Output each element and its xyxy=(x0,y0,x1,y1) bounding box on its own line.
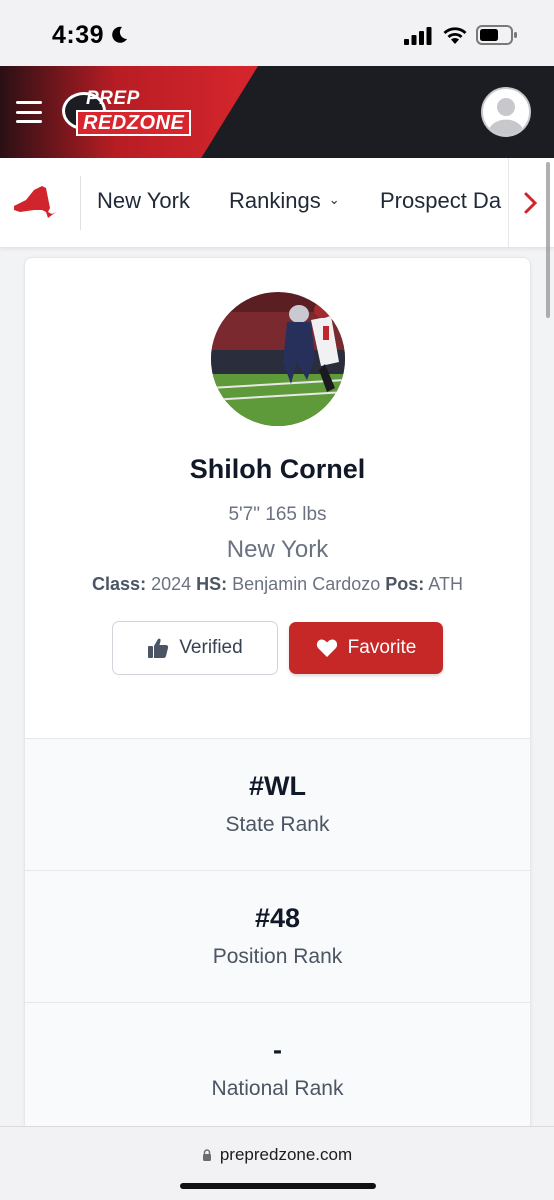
cellular-signal-icon xyxy=(404,27,432,45)
heart-icon xyxy=(316,639,337,657)
url-text: prepredzone.com xyxy=(219,1145,353,1164)
logo-text-redzone: REDZONE xyxy=(76,110,192,136)
national-rank-value: - xyxy=(273,1035,282,1065)
nav-divider xyxy=(80,176,81,230)
national-rank-label: National Rank xyxy=(211,1077,344,1100)
state-rank-box: #WL State Rank xyxy=(25,738,530,870)
thumbs-up-icon xyxy=(148,638,169,658)
player-profile-card: Shiloh Cornel 5'7" 165 lbs New York Clas… xyxy=(24,257,531,1157)
player-name: Shiloh Cornel xyxy=(189,454,366,484)
player-state: New York xyxy=(226,536,329,563)
verified-button-label: Verified xyxy=(179,637,243,658)
player-measurements: 5'7" 165 lbs xyxy=(228,504,327,525)
class-label: Class: xyxy=(92,574,147,594)
favorite-button[interactable]: Favorite xyxy=(289,622,443,674)
battery-icon xyxy=(476,25,517,45)
new-york-state-icon[interactable] xyxy=(12,182,56,222)
national-rank-box: - National Rank xyxy=(25,1002,530,1134)
position-rank-value: #48 xyxy=(254,903,301,933)
nav-rankings[interactable]: Rankings ⌄ xyxy=(229,188,340,214)
nav-new-york[interactable]: New York xyxy=(97,188,190,214)
state-rank-label: State Rank xyxy=(225,813,330,836)
moon-icon xyxy=(112,26,127,43)
state-nav-bar: New York Rankings ⌄ Prospect Da xyxy=(0,158,554,248)
chevron-right-icon xyxy=(524,192,538,214)
app-header: PREP REDZONE xyxy=(0,66,554,158)
page-scrollbar[interactable] xyxy=(546,162,550,318)
browser-address-bar[interactable]: prepredzone.com xyxy=(0,1126,554,1200)
user-avatar-icon[interactable] xyxy=(481,87,531,137)
player-info-line: Class: 2024 HS: Benjamin Cardozo Pos: AT… xyxy=(25,574,530,595)
position-rank-label: Position Rank xyxy=(212,945,343,968)
logo-text-prep: PREP xyxy=(86,88,140,109)
nav-rankings-label: Rankings xyxy=(229,188,321,213)
position-rank-box: #48 Position Rank xyxy=(25,870,530,1002)
state-rank-value: #WL xyxy=(249,771,306,801)
status-bar: 4:39 xyxy=(0,0,554,66)
status-time: 4:39 xyxy=(52,21,105,49)
favorite-button-label: Favorite xyxy=(347,637,417,658)
chevron-down-icon: ⌄ xyxy=(328,192,340,207)
nav-prospect-data[interactable]: Prospect Da xyxy=(380,188,508,214)
hs-label: HS: xyxy=(196,574,228,594)
wifi-icon xyxy=(443,27,467,44)
verified-button[interactable]: Verified xyxy=(112,621,278,675)
pos-label: Pos: xyxy=(385,574,425,594)
prep-redzone-logo[interactable]: PREP REDZONE xyxy=(62,88,198,138)
player-photo xyxy=(211,292,345,426)
lock-icon xyxy=(202,1149,211,1161)
class-value: 2024 xyxy=(151,574,192,594)
home-indicator[interactable] xyxy=(180,1183,376,1189)
url-display[interactable]: prepredzone.com xyxy=(0,1145,554,1165)
menu-icon[interactable] xyxy=(16,101,42,123)
pos-value: ATH xyxy=(428,574,463,594)
hs-value: Benjamin Cardozo xyxy=(232,574,381,594)
